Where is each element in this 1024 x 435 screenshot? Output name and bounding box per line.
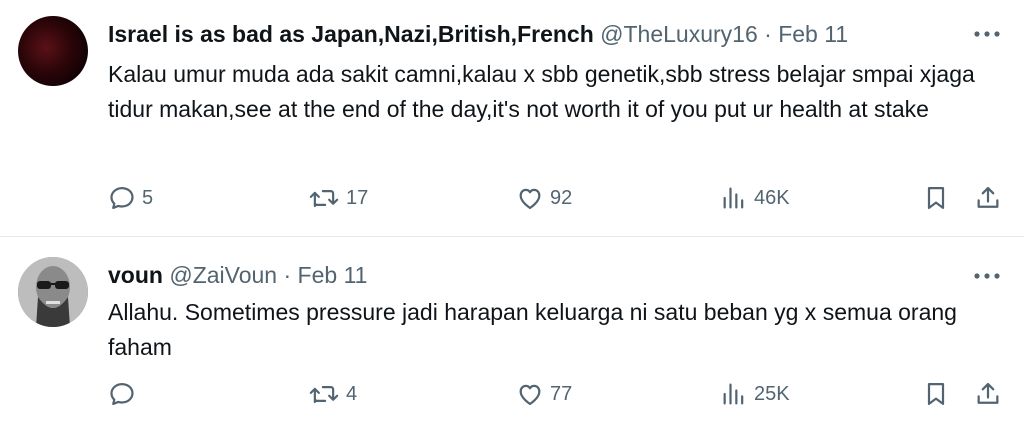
views-button[interactable]: 46K xyxy=(720,183,790,213)
views-icon xyxy=(723,383,744,405)
bookmark-button[interactable] xyxy=(922,379,950,409)
like-button[interactable]: 77 xyxy=(516,379,572,409)
tweet-header: Israel is as bad as Japan,Nazi,British,F… xyxy=(108,17,934,51)
reply-icon xyxy=(110,186,134,210)
share-icon xyxy=(977,186,999,208)
more-icon[interactable] xyxy=(972,24,1002,44)
like-count: 92 xyxy=(550,186,573,209)
avatar[interactable] xyxy=(18,257,88,327)
reply-button[interactable]: 5 xyxy=(108,183,153,213)
separator: · xyxy=(757,21,779,47)
more-icon[interactable] xyxy=(972,266,1002,286)
retweet-icon xyxy=(309,386,339,404)
like-count: 77 xyxy=(550,382,573,405)
reply-icon xyxy=(110,382,134,406)
tweet-text: Allahu. Sometimes pressure jadi harapan … xyxy=(108,299,957,360)
bookmark-button[interactable] xyxy=(922,183,950,213)
retweet-count: 4 xyxy=(346,382,358,405)
retweet-icon xyxy=(309,190,339,208)
reply-button[interactable] xyxy=(108,379,142,409)
tweet-date[interactable]: Feb 11 xyxy=(298,262,368,288)
like-icon xyxy=(519,188,541,210)
bookmark-icon xyxy=(927,382,945,406)
view-count: 25K xyxy=(754,382,790,405)
share-icon xyxy=(977,382,999,404)
avatar[interactable] xyxy=(18,16,88,86)
like-icon xyxy=(519,384,541,406)
reply-count: 5 xyxy=(142,186,154,209)
views-button[interactable]: 25K xyxy=(720,379,790,409)
display-name[interactable]: voun xyxy=(108,262,163,288)
avatar-portrait xyxy=(18,257,88,327)
tweet-date[interactable]: Feb 11 xyxy=(778,21,848,47)
tweet-1[interactable]: Israel is as bad as Japan,Nazi,British,F… xyxy=(0,0,1024,237)
action-bar: 4 77 25K xyxy=(108,379,1004,409)
retweet-button[interactable]: 4 xyxy=(308,379,357,409)
tweet-text: Kalau umur muda ada sakit camni,kalau x … xyxy=(108,61,975,122)
retweet-count: 17 xyxy=(346,186,369,209)
views-icon xyxy=(723,187,744,209)
action-bar: 5 17 92 46K xyxy=(108,183,1004,213)
share-button[interactable] xyxy=(974,183,1002,213)
separator: · xyxy=(277,262,298,288)
handle[interactable]: @TheLuxury16 xyxy=(600,21,758,47)
view-count: 46K xyxy=(754,186,790,209)
display-name[interactable]: Israel is as bad as Japan,Nazi,British,F… xyxy=(108,21,594,47)
tweet-2[interactable]: voun @ZaiVoun · Feb 11 Allahu. Sometimes… xyxy=(0,237,1024,435)
handle[interactable]: @ZaiVoun xyxy=(169,262,277,288)
like-button[interactable]: 92 xyxy=(516,183,572,213)
bookmark-icon xyxy=(927,186,945,210)
retweet-button[interactable]: 17 xyxy=(308,183,368,213)
share-button[interactable] xyxy=(974,379,1002,409)
tweet-header: voun @ZaiVoun · Feb 11 xyxy=(108,258,934,292)
